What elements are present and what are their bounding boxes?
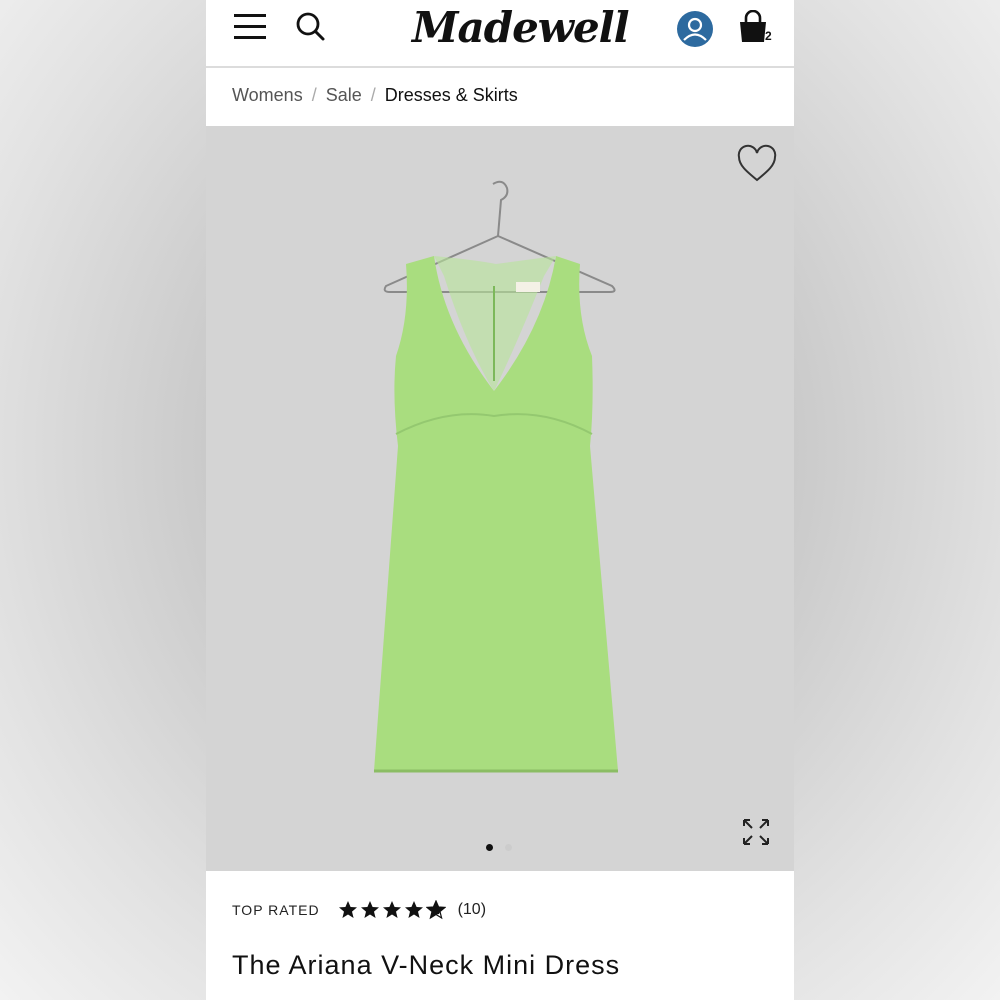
expand-arrows-icon[interactable] [742, 818, 770, 846]
user-account-icon[interactable] [676, 10, 714, 48]
breadcrumb-separator: / [370, 84, 376, 105]
carousel-dot-2[interactable] [505, 844, 512, 851]
star-full-icon [404, 901, 423, 918]
mobile-page: Madewell 2 Womens / Sale / Dresses & Ski… [206, 0, 794, 1000]
breadcrumb-womens[interactable]: Womens [232, 85, 303, 106]
breadcrumb-sale[interactable]: Sale [326, 85, 362, 106]
site-header: Madewell 2 [206, 0, 794, 68]
breadcrumb: Womens / Sale / Dresses & Skirts [232, 82, 518, 108]
star-rating[interactable] [338, 900, 446, 920]
breadcrumb-separator: / [311, 84, 317, 105]
product-title: The Ariana V-Neck Mini Dress [232, 950, 621, 980]
review-count-link[interactable]: (10) [458, 901, 486, 919]
star-half-icon [425, 900, 446, 920]
bag-count-badge: 2 [765, 29, 772, 43]
top-rated-badge: TOP RATED [232, 902, 320, 918]
product-image-dress [374, 180, 618, 773]
search-icon[interactable] [294, 10, 326, 44]
star-full-icon [338, 901, 357, 918]
carousel-dots [486, 844, 512, 851]
heart-outline-icon[interactable] [736, 144, 778, 184]
rating-row: TOP RATED (10) [232, 896, 486, 924]
breadcrumb-dresses-skirts[interactable]: Dresses & Skirts [385, 85, 518, 106]
brand-logo[interactable]: Madewell [412, 2, 630, 54]
star-full-icon [360, 901, 379, 918]
product-image-carousel[interactable] [206, 126, 794, 871]
carousel-dot-1[interactable] [486, 844, 493, 851]
hamburger-menu-icon[interactable] [234, 12, 268, 42]
star-full-icon [382, 901, 401, 918]
